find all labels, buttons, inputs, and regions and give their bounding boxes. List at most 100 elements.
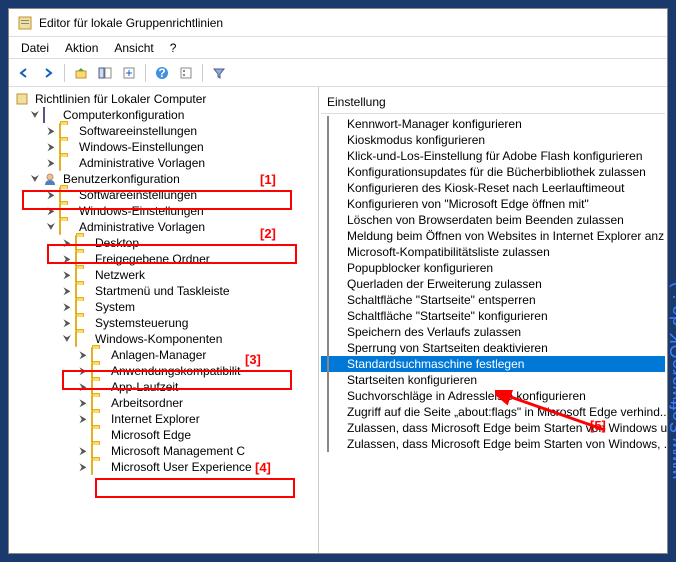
watermark: www.SoftwareOK.de :-)	[668, 281, 676, 479]
user-icon	[43, 172, 59, 186]
tree-item[interactable]: ⮞ Internet Explorer	[15, 411, 316, 427]
setting-icon	[327, 133, 343, 147]
expander-icon[interactable]: ⮟	[45, 221, 57, 233]
setting-icon	[327, 341, 343, 355]
tree-item-admin-templates[interactable]: ⮟Administrative Vorlagen	[15, 219, 316, 235]
list-item[interactable]: Schaltfläche "Startseite" konfigurieren	[321, 308, 665, 324]
list-header[interactable]: Einstellung	[321, 91, 665, 114]
expander-icon[interactable]: ⮞	[61, 269, 73, 281]
expander-icon[interactable]: ⮟	[29, 109, 41, 121]
tree-item[interactable]: ⮞ Administrative Vorlagen	[15, 155, 316, 171]
list-body: Kennwort-Manager konfigurierenKioskmodus…	[321, 114, 665, 454]
expander-icon[interactable]: ⮟	[29, 173, 41, 185]
list-item[interactable]: Meldung beim Öffnen von Websites in Inte…	[321, 228, 665, 244]
list-item[interactable]: Querladen der Erweiterung zulassen	[321, 276, 665, 292]
tree-label: Administrative Vorlagen	[79, 156, 205, 170]
tree-item[interactable]: ⮞System	[15, 299, 316, 315]
list-item[interactable]: Löschen von Browserdaten beim Beenden zu…	[321, 212, 665, 228]
tree-root-item[interactable]: Richtlinien für Lokaler Computer	[15, 91, 316, 107]
back-button[interactable]	[13, 62, 35, 84]
menu-help[interactable]: ?	[162, 39, 185, 56]
expander-icon[interactable]: ⮞	[77, 445, 89, 457]
list-item[interactable]: Konfigurationsupdates für die Bücherbibl…	[321, 164, 665, 180]
expander-icon[interactable]: ⮞	[45, 141, 57, 153]
list-item[interactable]: Zulassen, dass Microsoft Edge beim Start…	[321, 436, 665, 452]
expander-icon[interactable]: ⮟	[61, 333, 73, 345]
menu-view[interactable]: Ansicht	[106, 39, 161, 56]
expander-icon[interactable]: ⮞	[45, 205, 57, 217]
tree-item[interactable]: ⮞Arbeitsordner	[15, 395, 316, 411]
setting-icon	[327, 405, 343, 419]
folder-icon	[59, 124, 75, 138]
expander-icon[interactable]: ⮞	[45, 157, 57, 169]
show-hide-button[interactable]	[94, 62, 116, 84]
list-item[interactable]: Kennwort-Manager konfigurieren	[321, 116, 665, 132]
list-item[interactable]: Konfigurieren von "Microsoft Edge öffnen…	[321, 196, 665, 212]
tree-item-microsoft-edge[interactable]: Microsoft Edge	[15, 427, 316, 443]
expander-icon[interactable]: ⮞	[77, 461, 89, 473]
expander-icon[interactable]: ⮞	[77, 413, 89, 425]
list-item[interactable]: Suchvorschläge in Adressleiste konfiguri…	[321, 388, 665, 404]
expander-icon[interactable]: ⮞	[45, 189, 57, 201]
list-item-label: Kioskmodus konfigurieren	[347, 133, 485, 147]
list-item-label: Popupblocker konfigurieren	[347, 261, 493, 275]
tree-item[interactable]: ⮞Microsoft User Experience	[15, 459, 316, 475]
folder-icon	[91, 412, 107, 426]
list-item[interactable]: Popupblocker konfigurieren	[321, 260, 665, 276]
tree-item[interactable]: ⮞Netzwerk	[15, 267, 316, 283]
expander-icon[interactable]: ⮞	[77, 397, 89, 409]
expander-icon[interactable]: ⮞	[77, 349, 89, 361]
tree-view[interactable]: Richtlinien für Lokaler Computer ⮟ Compu…	[11, 91, 316, 475]
tree-item[interactable]: ⮞ Systemsteuerung	[15, 315, 316, 331]
expander-icon[interactable]: ⮞	[77, 365, 89, 377]
list-item[interactable]: Zulassen, dass Microsoft Edge beim Start…	[321, 420, 665, 436]
expander-icon[interactable]: ⮞	[77, 381, 89, 393]
list-item[interactable]: Speichern des Verlaufs zulassen	[321, 324, 665, 340]
tree-label: Systemsteuerung	[95, 316, 188, 330]
setting-icon	[327, 421, 343, 435]
tree-item[interactable]: ⮞Desktop	[15, 235, 316, 251]
expander-icon[interactable]: ⮞	[61, 301, 73, 313]
tree-item[interactable]: ⮞Microsoft Management C	[15, 443, 316, 459]
tree-item[interactable]: ⮞Freigegebene Ordner	[15, 251, 316, 267]
list-item[interactable]: Startseiten konfigurieren	[321, 372, 665, 388]
setting-icon	[327, 213, 343, 227]
tree-item[interactable]: ⮞Startmenü und Taskleiste	[15, 283, 316, 299]
menubar: Datei Aktion Ansicht ?	[9, 37, 667, 59]
tree-item[interactable]: ⮞App-Laufzeit	[15, 379, 316, 395]
list-item[interactable]: Konfigurieren des Kiosk-Reset nach Leerl…	[321, 180, 665, 196]
tree-item-windows-components[interactable]: ⮟Windows-Komponenten	[15, 331, 316, 347]
tree-label: Internet Explorer	[111, 412, 200, 426]
expander-icon[interactable]: ⮞	[61, 285, 73, 297]
list-item[interactable]: Schaltfläche "Startseite" entsperren	[321, 292, 665, 308]
main-window: Editor für lokale Gruppenrichtlinien Dat…	[8, 8, 668, 554]
list-item[interactable]: Sperrung von Startseiten deaktivieren	[321, 340, 665, 356]
folder-icon	[91, 428, 107, 442]
menu-file[interactable]: Datei	[13, 39, 57, 56]
list-item[interactable]: Klick-und-Los-Einstellung für Adobe Flas…	[321, 148, 665, 164]
expander-icon[interactable]: ⮞	[61, 317, 73, 329]
tree-label: Windows-Einstellungen	[79, 140, 204, 154]
properties-button[interactable]	[175, 62, 197, 84]
help-button[interactable]: ?	[151, 62, 173, 84]
tree-label: Richtlinien für Lokaler Computer	[35, 92, 206, 106]
list-item[interactable]: Microsoft-Kompatibilitätsliste zulassen	[321, 244, 665, 260]
tree-item[interactable]: ⮞Anlagen-Manager	[15, 347, 316, 363]
forward-button[interactable]	[37, 62, 59, 84]
filter-button[interactable]	[208, 62, 230, 84]
folder-icon	[75, 236, 91, 250]
tree-label: Softwareeinstellungen	[79, 124, 197, 138]
expander-icon[interactable]: ⮞	[61, 237, 73, 249]
tree-label: Microsoft Edge	[111, 428, 191, 442]
menu-action[interactable]: Aktion	[57, 39, 106, 56]
tree-item[interactable]: ⮞Anwendungskompatibilit	[15, 363, 316, 379]
list-item[interactable]: Zugriff auf die Seite „about:flags" in M…	[321, 404, 665, 420]
expander-icon[interactable]: ⮞	[45, 125, 57, 137]
export-button[interactable]	[118, 62, 140, 84]
expander-icon[interactable]: ⮞	[61, 253, 73, 265]
up-button[interactable]	[70, 62, 92, 84]
setting-icon	[327, 309, 343, 323]
list-item[interactable]: Standardsuchmaschine festlegen	[321, 356, 665, 372]
setting-icon	[327, 389, 343, 403]
list-item[interactable]: Kioskmodus konfigurieren	[321, 132, 665, 148]
